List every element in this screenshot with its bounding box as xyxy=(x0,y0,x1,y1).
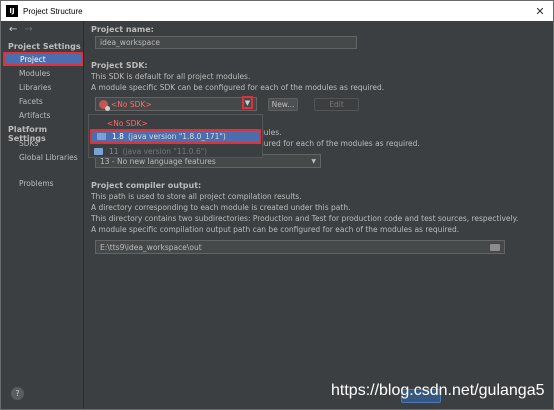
compiler-output-label: Project compiler output: xyxy=(91,181,202,190)
jdk-version: (java version "1.8.0_171") xyxy=(127,132,226,141)
compiler-output-value: E:\tts9\idea_workspace\out xyxy=(100,242,202,252)
back-arrow-icon[interactable]: ← xyxy=(9,24,17,35)
help-icon[interactable]: ? xyxy=(11,387,24,400)
project-settings-panel: Project name: idea_workspace Project SDK… xyxy=(85,21,553,409)
sidebar-item-libraries[interactable]: Libraries xyxy=(19,83,51,92)
sidebar-item-global-libraries[interactable]: Global Libraries xyxy=(19,153,78,162)
sidebar-item-project[interactable]: Project xyxy=(3,52,83,66)
language-level-desc2: gured for each of the modules as require… xyxy=(259,139,420,148)
sidebar-item-problems[interactable]: Problems xyxy=(19,179,54,188)
intellij-app-icon: IJ xyxy=(6,5,18,17)
project-sdk-desc1: This SDK is default for all project modu… xyxy=(91,72,251,81)
compiler-output-input[interactable]: E:\tts9\idea_workspace\out xyxy=(95,240,505,254)
project-sdk-desc2: A module specific SDK can be configured … xyxy=(91,83,385,92)
watermark: https://blog.csdn.net/gulanga5 xyxy=(331,382,545,399)
no-sdk-icon xyxy=(99,99,110,111)
project-structure-window: IJ Project Structure ✕ ← → Project Setti… xyxy=(0,0,554,410)
project-settings-heading: Project Settings xyxy=(8,42,81,51)
popup-item-jdk-1-8[interactable]: 1.8 (java version "1.8.0_171") xyxy=(90,129,261,144)
compiler-output-desc3: This directory contains two subdirectori… xyxy=(91,214,519,223)
project-sdk-label: Project SDK: xyxy=(91,61,148,70)
new-sdk-button[interactable]: New... xyxy=(268,98,298,111)
nav-arrows: ← → xyxy=(9,24,33,35)
sidebar-item-sdks[interactable]: SDKs xyxy=(19,139,38,148)
sidebar-item-label: Project xyxy=(20,55,46,64)
compiler-output-desc2: A directory corresponding to each module… xyxy=(91,203,351,212)
sidebar: ← → Project Settings Project Modules Lib… xyxy=(1,21,84,409)
sidebar-item-artifacts[interactable]: Artifacts xyxy=(19,111,50,120)
sdk-dropdown-popup: <No SDK> 1.8 (java version "1.8.0_171") … xyxy=(88,114,263,158)
edit-sdk-button[interactable]: Edit xyxy=(314,98,359,111)
close-icon[interactable]: ✕ xyxy=(533,4,547,18)
project-name-input[interactable]: idea_workspace xyxy=(95,36,357,49)
sdk-dropdown-arrow-icon[interactable]: ▼ xyxy=(242,96,253,109)
folder-icon[interactable] xyxy=(490,244,500,251)
sidebar-item-modules[interactable]: Modules xyxy=(19,69,50,78)
compiler-output-desc1: This path is used to store all project c… xyxy=(91,192,302,201)
jdk-name: 11 xyxy=(109,147,119,156)
compiler-output-desc4: A module specific compilation output pat… xyxy=(91,225,460,234)
sdk-selected-value: <No SDK> xyxy=(111,99,152,109)
jdk-version: (java version "11.0.6") xyxy=(122,147,208,156)
jdk-name: 1.8 xyxy=(112,132,124,141)
title-bar: IJ Project Structure ✕ xyxy=(1,1,553,21)
jdk-folder-icon xyxy=(97,133,106,140)
project-sdk-combo[interactable]: <No SDK> xyxy=(95,97,257,111)
sidebar-item-facets[interactable]: Facets xyxy=(19,97,43,106)
window-title: Project Structure xyxy=(23,6,83,16)
forward-arrow-icon[interactable]: → xyxy=(24,24,32,35)
chevron-down-icon: ▼ xyxy=(311,157,316,165)
project-name-label: Project name: xyxy=(91,25,154,34)
jdk-folder-icon xyxy=(94,148,103,155)
popup-item-jdk-11[interactable]: 11 (java version "11.0.6") xyxy=(89,145,262,158)
